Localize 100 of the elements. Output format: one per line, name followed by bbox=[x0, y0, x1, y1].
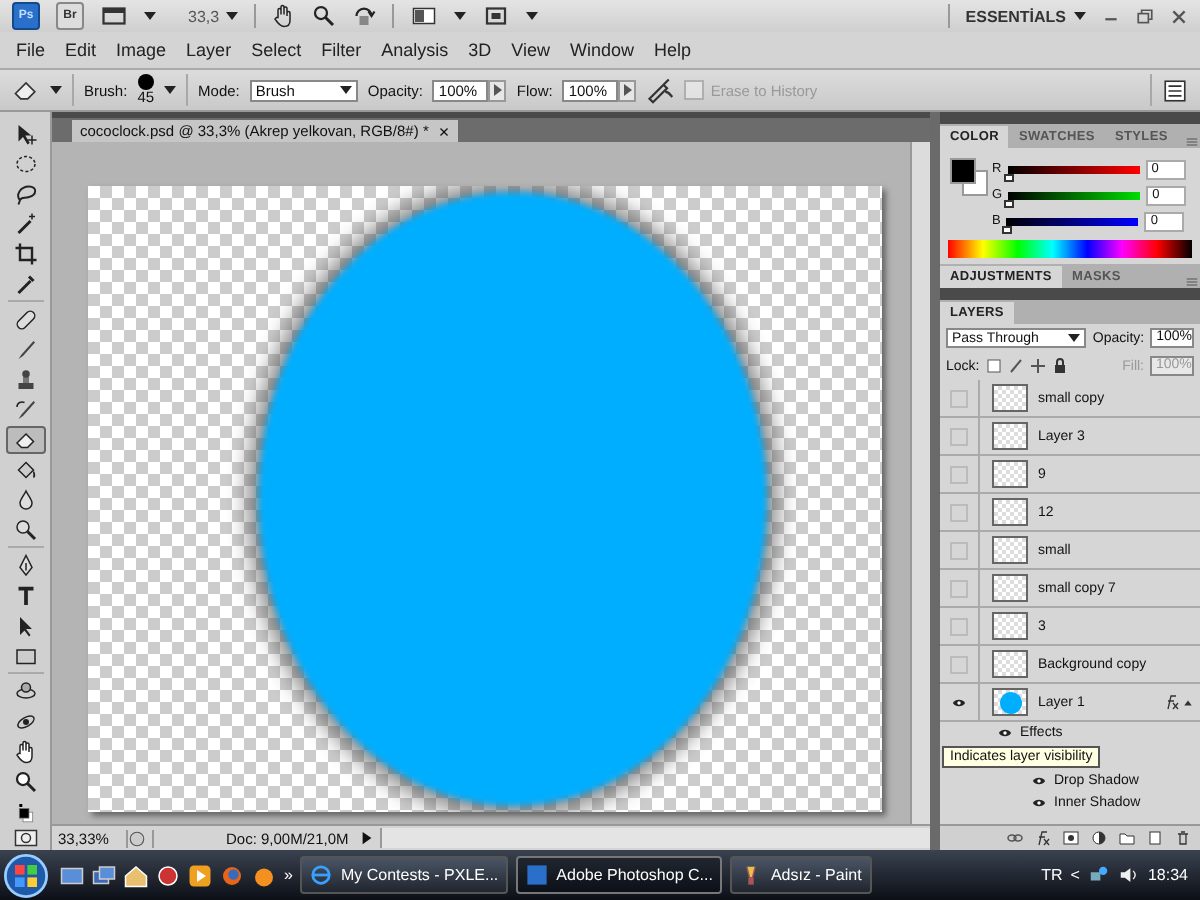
fx-icon[interactable] bbox=[1034, 830, 1052, 846]
move-arrow-icon bbox=[13, 122, 37, 146]
color-swatches-icon[interactable] bbox=[950, 158, 988, 196]
zoom-icon[interactable] bbox=[311, 4, 336, 28]
menu-item[interactable]: Select bbox=[241, 40, 312, 60]
arrange-documents-icon[interactable] bbox=[409, 4, 438, 28]
menu-item[interactable]: View bbox=[501, 40, 560, 60]
orbit-icon bbox=[13, 710, 37, 735]
browser-icon bbox=[310, 864, 333, 886]
caret-icon bbox=[225, 12, 238, 20]
lasso-icon bbox=[13, 182, 37, 206]
drop-icon bbox=[13, 488, 37, 513]
start-orb-icon[interactable] bbox=[4, 853, 48, 897]
bandage-icon bbox=[13, 308, 37, 333]
move-lock-icon[interactable] bbox=[1029, 358, 1046, 374]
caret-icon bbox=[50, 86, 62, 94]
menu-item[interactable]: Filter bbox=[311, 40, 372, 60]
more-quick-launch[interactable]: » bbox=[284, 866, 293, 884]
slider-thumb[interactable] bbox=[1002, 225, 1013, 233]
taskbar-button[interactable]: Adsız - Paint bbox=[730, 856, 872, 894]
screen-mode-icon[interactable] bbox=[481, 4, 510, 28]
menu-item[interactable]: Layer bbox=[176, 40, 242, 60]
lock-transparency-icon[interactable] bbox=[985, 358, 1002, 374]
padlock-icon[interactable] bbox=[1051, 358, 1068, 374]
arrow-icon bbox=[623, 84, 632, 96]
airbrush-icon[interactable] bbox=[646, 76, 675, 104]
eraser-icon[interactable] bbox=[12, 76, 40, 104]
eye-icon bbox=[1030, 796, 1048, 810]
fx-icon[interactable] bbox=[1162, 694, 1182, 710]
opacity-slider-button[interactable] bbox=[488, 79, 507, 101]
stamp-icon bbox=[13, 368, 37, 393]
menu-item[interactable]: Image bbox=[106, 40, 177, 60]
language-indicator[interactable]: TR bbox=[1041, 866, 1063, 884]
trash-icon[interactable] bbox=[1174, 830, 1192, 846]
menu-item[interactable]: File bbox=[6, 40, 56, 60]
menu-item[interactable]: Edit bbox=[55, 40, 107, 60]
ball-icon[interactable] bbox=[252, 863, 276, 887]
screen-layout-icon[interactable] bbox=[100, 4, 128, 28]
photoshop-icon bbox=[526, 864, 549, 886]
brush-icon bbox=[13, 338, 37, 363]
hand-icon bbox=[13, 740, 37, 765]
slider-thumb[interactable] bbox=[1003, 173, 1014, 181]
menu-item[interactable]: 3D bbox=[458, 40, 502, 60]
hand-icon[interactable] bbox=[271, 4, 296, 28]
arrow-icon bbox=[493, 84, 502, 96]
network-icon[interactable] bbox=[1087, 864, 1110, 886]
caret-icon bbox=[525, 12, 538, 20]
status-menu-icon[interactable] bbox=[128, 829, 146, 847]
rotate-view-icon[interactable] bbox=[351, 4, 376, 28]
taskbar-button[interactable]: My Contests - PXLE... bbox=[300, 856, 509, 894]
type-icon bbox=[13, 584, 37, 609]
zoom-dropdown[interactable]: 33,3 bbox=[188, 7, 238, 25]
slider-thumb[interactable] bbox=[1004, 199, 1015, 207]
caret-icon bbox=[1068, 334, 1081, 342]
vertical-scrollbar[interactable] bbox=[910, 142, 930, 824]
volume-icon[interactable] bbox=[1117, 864, 1140, 886]
expanded-arrow-icon[interactable] bbox=[1182, 697, 1194, 707]
folder-icon[interactable] bbox=[1118, 830, 1136, 846]
caret-icon bbox=[144, 12, 156, 20]
circle-icon[interactable] bbox=[156, 863, 180, 887]
close-icon[interactable] bbox=[1170, 7, 1188, 25]
workspace-switcher[interactable]: ESSENTİALS bbox=[965, 7, 1086, 25]
eye-icon bbox=[996, 726, 1014, 740]
play-arrow-icon[interactable] bbox=[360, 830, 374, 846]
menu-item[interactable]: Window bbox=[559, 40, 644, 60]
eraser-icon bbox=[13, 428, 37, 453]
rotate-3d-icon bbox=[13, 680, 37, 705]
desktop-icon[interactable] bbox=[60, 863, 84, 887]
restore-icon[interactable] bbox=[1136, 7, 1154, 25]
quick-mask-icon[interactable] bbox=[11, 825, 39, 850]
color-spectrum[interactable] bbox=[948, 240, 1192, 258]
fox-globe-icon[interactable] bbox=[220, 863, 244, 887]
media-player-icon[interactable] bbox=[188, 863, 212, 887]
taskbar-button[interactable]: Adobe Photoshop C... bbox=[516, 856, 723, 894]
dashed-ellipse-icon bbox=[13, 152, 37, 176]
eye-icon bbox=[950, 695, 968, 709]
mask-icon[interactable] bbox=[1062, 830, 1080, 846]
tray-expand[interactable]: < bbox=[1070, 866, 1080, 884]
caret-icon bbox=[164, 86, 177, 94]
eraser-tool-button[interactable] bbox=[5, 426, 45, 455]
panel-toggle-icon[interactable] bbox=[1162, 77, 1188, 103]
menu-item[interactable]: Help bbox=[643, 40, 701, 60]
clock[interactable]: 18:34 bbox=[1147, 866, 1188, 884]
pen-nib-icon bbox=[13, 554, 37, 579]
bucket-icon bbox=[13, 458, 37, 483]
menu-item[interactable]: Analysis bbox=[371, 40, 459, 60]
flow-slider-button[interactable] bbox=[618, 79, 637, 101]
brush-lock-icon[interactable] bbox=[1007, 358, 1024, 374]
caret-icon bbox=[339, 86, 352, 94]
close-tab-button[interactable]: × bbox=[438, 121, 450, 141]
house-icon[interactable] bbox=[124, 863, 148, 887]
window-switch-icon[interactable] bbox=[92, 863, 116, 887]
horizontal-scrollbar[interactable] bbox=[380, 828, 930, 848]
link-icon[interactable] bbox=[1006, 830, 1024, 846]
half-circle-icon[interactable] bbox=[1090, 830, 1108, 846]
caret-icon bbox=[453, 12, 466, 20]
new-layer-icon[interactable] bbox=[1146, 830, 1164, 846]
dropper-icon bbox=[13, 272, 37, 296]
dodge-icon bbox=[13, 518, 37, 543]
history-brush-icon bbox=[13, 398, 37, 423]
